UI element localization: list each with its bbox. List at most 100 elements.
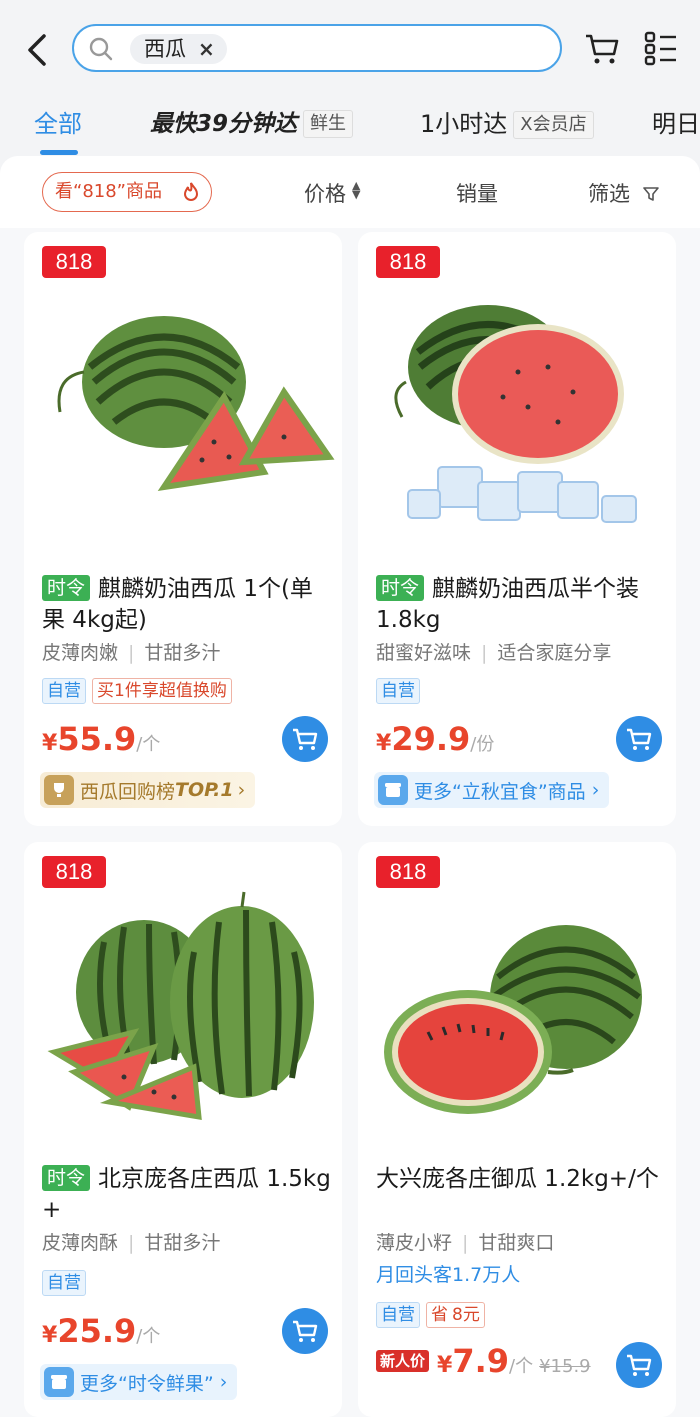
cart-icon — [293, 1320, 318, 1342]
price-symbol: ¥ — [42, 1323, 58, 1348]
tab-tomorrow[interactable]: 明日 — [652, 104, 700, 139]
product-image — [384, 925, 642, 1114]
price-symbol: ¥ — [437, 1353, 453, 1378]
product-title: 时令 麒麟奶油西瓜 1个(单果 4kg起) — [42, 574, 332, 636]
product-price: 新人价 ¥7.9/个 ¥15.9 — [376, 1342, 591, 1380]
chevron-right-icon: › — [237, 779, 246, 801]
sort-sales[interactable]: 销量 — [456, 178, 498, 208]
product-tags: 自营 — [376, 678, 420, 704]
feature-1: 甜蜜好滋味 — [376, 642, 472, 664]
delivery-tabs: 全部 最快39分钟达 鲜生 1小时达 X会员店 明日 — [0, 96, 700, 156]
price-unit: /个 — [136, 1326, 161, 1347]
feature-2: 甘甜多汁 — [144, 1232, 221, 1254]
self-operated-tag: 自营 — [376, 678, 420, 704]
feature-1: 皮薄肉酥 — [42, 1232, 119, 1254]
tab-fastest[interactable]: 最快39分钟达 鲜生 — [150, 104, 354, 138]
clear-query-icon[interactable]: × — [198, 34, 215, 64]
promo-818-filter[interactable]: 看“818”商品 — [42, 172, 212, 212]
product-image — [57, 316, 335, 491]
tab-one-hour[interactable]: 1小时达 X会员店 — [420, 104, 594, 139]
price-value: 29.9 — [391, 720, 471, 758]
feature-separator: | — [481, 642, 488, 664]
price-unit: /份 — [470, 734, 495, 755]
add-to-cart-button[interactable] — [616, 716, 662, 762]
product-price: ¥25.9/个 — [42, 1312, 160, 1350]
sort-price-label: 价格 — [304, 182, 346, 206]
savings-value: 8元 — [452, 1305, 480, 1325]
feature-2: 适合家庭分享 — [497, 642, 612, 664]
back-arrow-icon[interactable] — [22, 30, 56, 70]
new-user-price-badge: 新人价 — [376, 1350, 430, 1372]
tab-fastest-tag: 鲜生 — [303, 110, 354, 138]
feature-1: 薄皮小籽 — [376, 1232, 453, 1254]
add-to-cart-button[interactable] — [282, 716, 328, 762]
more-products-banner[interactable]: 更多“时令鲜果” › — [40, 1364, 238, 1400]
exchange-promo-tag: 买1件享超值换购 — [92, 678, 232, 704]
sort-bar: 看“818”商品 价格 ▲ ▼ 销量 筛选 — [0, 156, 700, 228]
trophy-icon — [44, 775, 74, 805]
price-symbol: ¥ — [42, 731, 58, 756]
price-value: 55.9 — [57, 720, 137, 758]
filter-label: 筛选 — [588, 182, 630, 206]
rebuy-rank-banner[interactable]: 西瓜回购榜 TOP.1 › — [40, 772, 256, 808]
search-bar[interactable]: 西瓜 × — [72, 24, 562, 72]
product-price: ¥55.9/个 — [42, 720, 160, 758]
product-card[interactable]: 818 时令 麒麟奶油西瓜 1个(单果 4kg起) 皮薄肉嫩 | 甘甜多汁 自营 买1… — [24, 232, 342, 826]
feature-separator: | — [128, 642, 135, 664]
product-card[interactable]: 818 大兴庞各庄御瓜 1.2kg+/个 薄皮小籽 | 甘甜爽口 月回头客1.7万人… — [358, 842, 676, 1417]
seasonal-tag: 时令 — [42, 1165, 91, 1191]
filter-funnel-icon — [642, 187, 659, 201]
sort-caret-icon: ▲ ▼ — [352, 179, 361, 201]
shop-icon — [378, 775, 408, 805]
product-image — [47, 891, 314, 1121]
feature-2: 甘甜爽口 — [478, 1232, 555, 1254]
cart-icon — [627, 1354, 652, 1376]
price-unit: /个 — [136, 734, 161, 755]
cart-icon[interactable] — [584, 30, 620, 66]
tab-one-hour-tag: X会员店 — [513, 111, 594, 139]
self-operated-tag: 自营 — [42, 1270, 86, 1296]
product-price: ¥29.9/份 — [376, 720, 494, 758]
search-icon — [89, 37, 113, 61]
price-value: 25.9 — [57, 1312, 137, 1350]
tab-fastest-label: 最快39分钟达 — [150, 111, 298, 137]
results-panel: 看“818”商品 价格 ▲ ▼ 销量 筛选 818 时令 麒麟奶油西瓜 1个(单果 4… — [0, 156, 700, 1417]
active-tab-indicator — [40, 150, 78, 155]
cart-icon — [293, 728, 318, 750]
more-products-banner[interactable]: 更多“立秋宜食”商品 › — [374, 772, 610, 808]
search-query-text: 西瓜 — [144, 37, 186, 61]
seasonal-tag: 时令 — [42, 575, 91, 601]
product-title: 大兴庞各庄御瓜 1.2kg+/个 — [376, 1166, 659, 1192]
search-query-chip[interactable]: 西瓜 × — [130, 34, 227, 64]
seasonal-tag: 时令 — [376, 575, 425, 601]
filter-button[interactable]: 筛选 — [588, 178, 659, 208]
category-menu-icon[interactable] — [644, 30, 678, 66]
add-to-cart-button[interactable] — [282, 1308, 328, 1354]
product-tags: 自营 省 8元 — [376, 1302, 485, 1328]
shop-icon — [44, 1367, 74, 1397]
top-bar: 西瓜 × — [0, 0, 700, 96]
chevron-right-icon: › — [591, 779, 600, 801]
self-operated-tag: 自营 — [376, 1302, 420, 1328]
product-features: 皮薄肉嫩 | 甘甜多汁 — [42, 638, 220, 665]
price-symbol: ¥ — [376, 731, 392, 756]
product-title: 时令 北京庞各庄西瓜 1.5kg + — [42, 1164, 332, 1226]
price-unit: /个 — [509, 1356, 534, 1377]
sort-price[interactable]: 价格 ▲ ▼ — [304, 178, 360, 208]
savings-label: 省 — [431, 1305, 448, 1325]
product-title: 时令 麒麟奶油西瓜半个装 1.8kg — [376, 574, 666, 636]
product-features: 甜蜜好滋味 | 适合家庭分享 — [376, 638, 611, 665]
chevron-right-icon: › — [219, 1371, 228, 1393]
add-to-cart-button[interactable] — [616, 1342, 662, 1388]
tab-all[interactable]: 全部 — [34, 104, 82, 139]
product-features: 薄皮小籽 | 甘甜爽口 — [376, 1228, 554, 1255]
feature-2: 甘甜多汁 — [144, 642, 221, 664]
original-price: ¥15.9 — [539, 1356, 591, 1377]
self-operated-tag: 自营 — [42, 678, 86, 704]
price-value: 7.9 — [452, 1342, 510, 1380]
product-card[interactable]: 818 时令 麒麟奶油西瓜半个装 1.8kg 甜蜜好滋味 | 适合家庭分享 自营 ¥2… — [358, 232, 676, 826]
product-card[interactable]: 818 时令 北京庞各庄西瓜 1.5kg + 皮薄肉酥 | 甘甜多汁 自营 ¥25.9… — [24, 842, 342, 1417]
rebuy-rank-text: 西瓜回购榜 — [80, 780, 176, 803]
feature-separator: | — [462, 1232, 469, 1254]
more-products-text: 更多“立秋宜食”商品 — [414, 780, 586, 803]
